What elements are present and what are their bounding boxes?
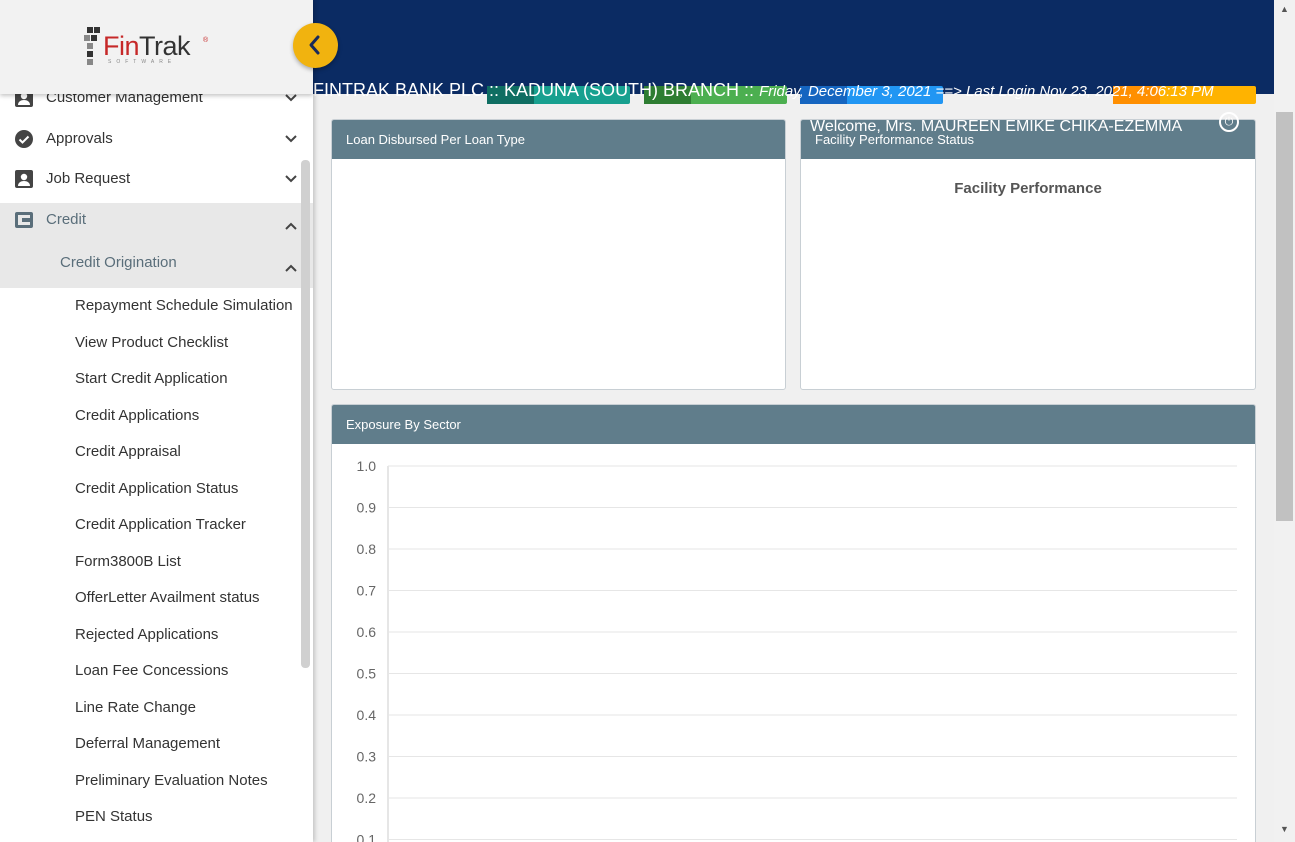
exposure-by-sector-panel: Exposure By Sector 1.0 0.9 0.8 0.7 0.6 0.5 0.4… — [331, 404, 1256, 842]
person-icon — [15, 170, 33, 188]
y-tick-label: 0.8 — [357, 541, 377, 557]
sidebar-scrollbar[interactable] — [301, 160, 310, 668]
y-tick-label: 0.5 — [357, 666, 377, 682]
sidebar-subitem[interactable]: Loan Fee Concessions — [75, 662, 228, 679]
branch-info: FINTRAK BANK PLC :: KADUNA (SOUTH) BRANC… — [313, 79, 1274, 101]
chevron-down-icon — [285, 135, 297, 143]
scroll-down-arrow-icon[interactable]: ▼ — [1274, 824, 1295, 838]
facility-chart-title: Facility Performance — [954, 180, 1102, 197]
logo-mark-icon — [84, 27, 100, 65]
fintrak-logo: FinTrak ® SOFTWARE — [84, 27, 214, 69]
logo-wordmark: FinTrak — [103, 31, 191, 62]
logo-fin: Fin — [103, 31, 140, 61]
logo-trak: Trak — [139, 31, 191, 61]
logo-registered: ® — [203, 37, 209, 44]
sidebar-subitem[interactable]: Preliminary Evaluation Notes — [75, 772, 268, 789]
sidebar-subitem[interactable]: OfferLetter Availment status — [75, 589, 260, 606]
sidebar-item-label: Credit Origination — [60, 254, 177, 271]
exposure-chart: 1.0 0.9 0.8 0.7 0.6 0.5 0.4 0.3 0.2 0.1 — [357, 458, 1237, 842]
y-tick-label: 0.7 — [357, 583, 377, 599]
main-content: FINTRAK BANK PLC :: KADUNA (SOUTH) BRANC… — [313, 0, 1274, 842]
sidebar-item-approvals[interactable]: Approvals — [0, 119, 313, 159]
sidebar-item-label: Approvals — [46, 130, 113, 147]
chevron-left-icon — [309, 35, 320, 55]
sidebar-subitem[interactable]: Credit Appraisal — [75, 443, 181, 460]
scroll-up-arrow-icon[interactable]: ▲ — [1274, 4, 1295, 18]
sidebar-subitem[interactable]: Credit Application Status — [75, 480, 238, 497]
sidebar-subitem[interactable]: Credit Application Tracker — [75, 516, 246, 533]
y-tick-label: 0.6 — [357, 624, 377, 640]
welcome-message: Welcome, Mrs. MAUREEN EMIKE CHIKA-EZEMMA — [810, 118, 1183, 135]
page-scrollbar[interactable]: ▲ ▼ — [1274, 0, 1295, 842]
power-icon[interactable]: ⏻ — [1219, 112, 1239, 132]
sidebar-subitem[interactable]: PEN Status — [75, 808, 153, 825]
bank-branch: FINTRAK BANK PLC :: KADUNA (SOUTH) BRANC… — [313, 80, 760, 100]
y-tick-label: 0.4 — [357, 707, 377, 723]
logo-subtext: SOFTWARE — [108, 59, 177, 65]
scroll-thumb[interactable] — [1276, 112, 1293, 521]
sidebar-subitem[interactable]: Credit Applications — [75, 407, 199, 424]
sidebar-item-job-request[interactable]: Job Request — [0, 159, 313, 199]
sidebar-subitem[interactable]: Line Rate Change — [75, 699, 196, 716]
y-tick-label: 0.2 — [357, 790, 377, 806]
sidebar-subitem[interactable]: View Product Checklist — [75, 334, 228, 351]
sidebar: Customer Management Approvals Job Reques… — [0, 0, 313, 842]
sidebar-subitem[interactable]: Start Credit Application — [75, 370, 228, 387]
sidebar-item-label: Job Request — [46, 170, 131, 187]
sidebar-subitem[interactable]: Deferral Management — [75, 735, 220, 752]
sidebar-item-credit-origination[interactable]: Credit Origination — [0, 245, 313, 288]
y-tick-label: 0.3 — [357, 749, 377, 765]
loan-disbursed-panel: Loan Disbursed Per Loan Type — [331, 119, 786, 390]
y-tick-label: 1.0 — [357, 458, 377, 474]
wallet-icon — [15, 212, 33, 228]
date-last-login: Friday, December 3, 2021 ==> Last Login … — [759, 83, 1214, 100]
panel-title: Loan Disbursed Per Loan Type — [332, 120, 785, 159]
sidebar-item-credit[interactable]: Credit — [0, 203, 313, 245]
collapse-sidebar-button[interactable] — [293, 23, 338, 68]
facility-performance-panel: Facility Performance Status Facility Per… — [800, 119, 1256, 390]
chevron-up-icon — [285, 222, 297, 230]
logo-area: FinTrak ® SOFTWARE — [0, 0, 313, 94]
check-circle-icon — [15, 130, 33, 148]
sidebar-subitem[interactable]: Rejected Applications — [75, 626, 218, 643]
y-tick-label: 0.1 — [357, 832, 377, 842]
chevron-down-icon — [285, 175, 297, 183]
panel-title: Exposure By Sector — [332, 405, 1255, 444]
sidebar-item-label: Credit — [46, 211, 87, 228]
y-tick-label: 0.9 — [357, 500, 377, 516]
sidebar-subitem[interactable]: Form3800B List — [75, 553, 181, 570]
chevron-up-icon — [285, 264, 297, 272]
sidebar-subitem[interactable]: Repayment Schedule Simulation — [75, 297, 293, 314]
